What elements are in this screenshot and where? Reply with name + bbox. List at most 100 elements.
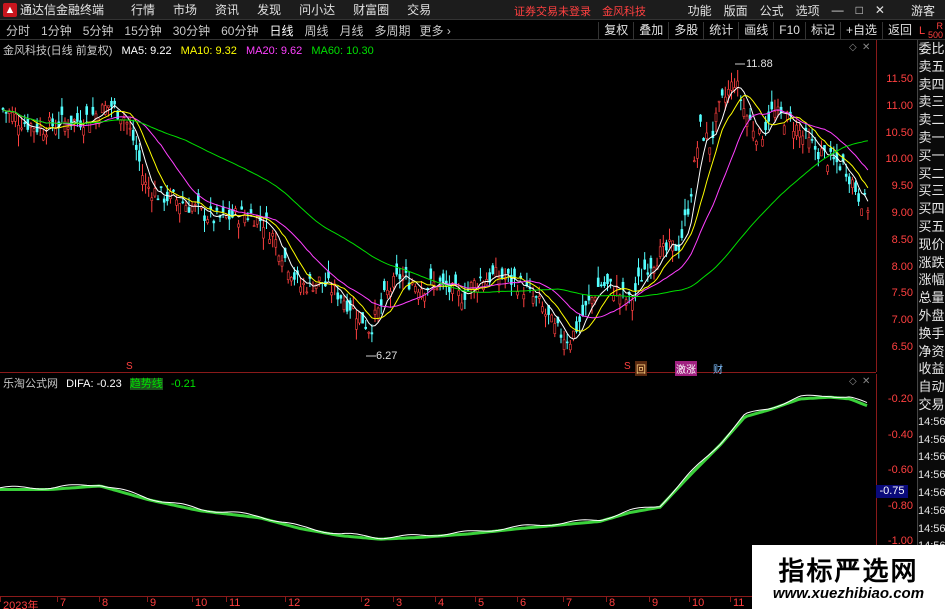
sub-indicator-name[interactable]: 乐淘公式网 bbox=[3, 378, 58, 390]
menu-news[interactable]: 资讯 bbox=[206, 1, 248, 18]
side-panel-item[interactable]: 总量 bbox=[918, 289, 945, 307]
date-tick: 10 bbox=[688, 597, 705, 609]
candle-body bbox=[584, 301, 588, 306]
menu-quotes[interactable]: 行情 bbox=[122, 1, 164, 18]
side-panel-item[interactable]: 14:56 bbox=[918, 449, 945, 467]
candle-body bbox=[640, 280, 643, 282]
price-tick: 8.00 bbox=[891, 260, 913, 273]
period-30min[interactable]: 30分钟 bbox=[167, 22, 215, 39]
side-panel-item[interactable]: 现价 bbox=[918, 236, 945, 254]
back-button[interactable]: 返回 bbox=[881, 22, 917, 39]
side-panel-item[interactable]: 14:56 bbox=[918, 521, 945, 539]
side-panel-item[interactable]: 卖三 bbox=[918, 93, 945, 111]
menu-discover[interactable]: 发现 bbox=[248, 1, 290, 18]
side-panel-item[interactable]: 卖五 bbox=[918, 58, 945, 76]
side-panel-item[interactable]: 交易 bbox=[918, 396, 945, 414]
candle-body bbox=[612, 295, 616, 301]
side-panel-item[interactable]: 换手 bbox=[918, 325, 945, 343]
candle-body bbox=[578, 316, 581, 322]
side-panel-item[interactable]: 买五 bbox=[918, 218, 945, 236]
menu-function[interactable]: 功能 bbox=[682, 2, 718, 19]
login-status[interactable]: 证券交易未登录 bbox=[514, 6, 591, 18]
side-panel-item[interactable]: 14:56 bbox=[918, 485, 945, 503]
lr-indicator[interactable]: L R 500 bbox=[919, 22, 945, 40]
candle-body bbox=[345, 300, 349, 312]
side-panel-item[interactable]: 涨跌 bbox=[918, 254, 945, 272]
guest-label[interactable]: 游客 bbox=[905, 2, 941, 19]
date-tick: 7 bbox=[56, 597, 67, 609]
side-panel-item[interactable]: 卖四 bbox=[918, 76, 945, 94]
event-marker-hui[interactable]: 回 bbox=[635, 361, 647, 376]
period-more-button[interactable]: 更多 › bbox=[416, 22, 455, 39]
panel-divider bbox=[0, 372, 876, 373]
sub-close-icon[interactable]: ✕ bbox=[862, 376, 870, 387]
candle-body bbox=[689, 194, 693, 197]
period-60min[interactable]: 60分钟 bbox=[215, 22, 263, 39]
event-marker-s1[interactable]: S bbox=[126, 361, 133, 372]
chart-canvas[interactable] bbox=[0, 40, 876, 596]
candle-body bbox=[816, 152, 820, 160]
menu-options[interactable]: 选项 bbox=[790, 2, 826, 19]
event-marker-s2[interactable]: S bbox=[624, 361, 631, 372]
side-panel-item[interactable]: 收益 bbox=[918, 360, 945, 378]
maximize-icon[interactable]: □ bbox=[850, 3, 869, 17]
minimize-icon[interactable]: — bbox=[826, 3, 850, 17]
candle-body bbox=[630, 299, 634, 311]
chart-close-icon[interactable]: ✕ bbox=[862, 42, 870, 53]
side-panel-item[interactable]: 14:56 bbox=[918, 467, 945, 485]
add-watchlist-button[interactable]: +自选 bbox=[839, 22, 882, 39]
side-panel-item[interactable]: 买二 bbox=[918, 165, 945, 183]
sub-settings-icon[interactable]: ◇ bbox=[849, 376, 857, 387]
chart-settings-icon[interactable]: ◇ bbox=[849, 42, 857, 53]
side-panel-item[interactable]: 自动 bbox=[918, 378, 945, 396]
candle-body bbox=[181, 201, 185, 204]
candle-body bbox=[820, 148, 823, 157]
period-weekly[interactable]: 周线 bbox=[298, 22, 333, 39]
side-panel-item[interactable]: 买一 bbox=[918, 147, 945, 165]
side-panel-item[interactable]: 14:56 bbox=[918, 414, 945, 432]
side-panel-item[interactable]: 委比 bbox=[918, 40, 945, 58]
side-panel-item[interactable]: 14:56 bbox=[918, 432, 945, 450]
overlay-button[interactable]: 叠加 bbox=[633, 22, 668, 39]
trend-line-label: 趋势线 bbox=[129, 378, 163, 390]
draw-line-button[interactable]: 画线 bbox=[738, 22, 773, 39]
period-1min[interactable]: 1分钟 bbox=[35, 22, 77, 39]
menu-ask[interactable]: 问小达 bbox=[290, 1, 344, 18]
stats-button[interactable]: 统计 bbox=[703, 22, 738, 39]
period-15min[interactable]: 15分钟 bbox=[118, 22, 166, 39]
candle-body bbox=[658, 246, 662, 257]
side-panel-item[interactable]: 涨幅 bbox=[918, 271, 945, 289]
menu-market[interactable]: 市场 bbox=[164, 1, 206, 18]
event-marker-surge[interactable]: 激涨 bbox=[675, 361, 697, 376]
side-panel-item[interactable]: 买四 bbox=[918, 200, 945, 218]
close-icon[interactable]: ✕ bbox=[869, 3, 891, 17]
side-panel-item[interactable]: 卖一 bbox=[918, 129, 945, 147]
period-intraday[interactable]: 分时 bbox=[0, 22, 35, 39]
period-multi[interactable]: 多周期 bbox=[369, 22, 416, 39]
side-panel-item[interactable]: 14:56 bbox=[918, 503, 945, 521]
menu-layout[interactable]: 版面 bbox=[718, 2, 754, 19]
side-panel-item[interactable]: 卖二 bbox=[918, 111, 945, 129]
side-panel-item[interactable]: 外盘 bbox=[918, 307, 945, 325]
adjust-button[interactable]: 复权 bbox=[598, 22, 633, 39]
side-panel-item[interactable]: 净资 bbox=[918, 343, 945, 361]
event-marker-finance[interactable]: 财 bbox=[713, 361, 723, 376]
period-5min[interactable]: 5分钟 bbox=[77, 22, 119, 39]
candle-body bbox=[88, 122, 92, 133]
candle-body bbox=[379, 299, 383, 306]
candle-body bbox=[813, 146, 817, 150]
candle-body bbox=[373, 309, 377, 315]
mark-button[interactable]: 标记 bbox=[804, 22, 840, 39]
menu-trade[interactable]: 交易 bbox=[398, 1, 440, 18]
menu-formula[interactable]: 公式 bbox=[754, 2, 790, 19]
candle-body bbox=[187, 207, 191, 213]
period-daily[interactable]: 日线 bbox=[263, 22, 298, 39]
f10-button[interactable]: F10 bbox=[773, 22, 805, 39]
menu-wealth[interactable]: 财富圈 bbox=[344, 1, 398, 18]
candle-body bbox=[773, 111, 777, 118]
candle-body bbox=[156, 198, 160, 201]
price-tick: 11.00 bbox=[886, 99, 913, 112]
side-panel-item[interactable]: 买三 bbox=[918, 182, 945, 200]
period-monthly[interactable]: 月线 bbox=[334, 22, 369, 39]
multi-stock-button[interactable]: 多股 bbox=[668, 22, 703, 39]
